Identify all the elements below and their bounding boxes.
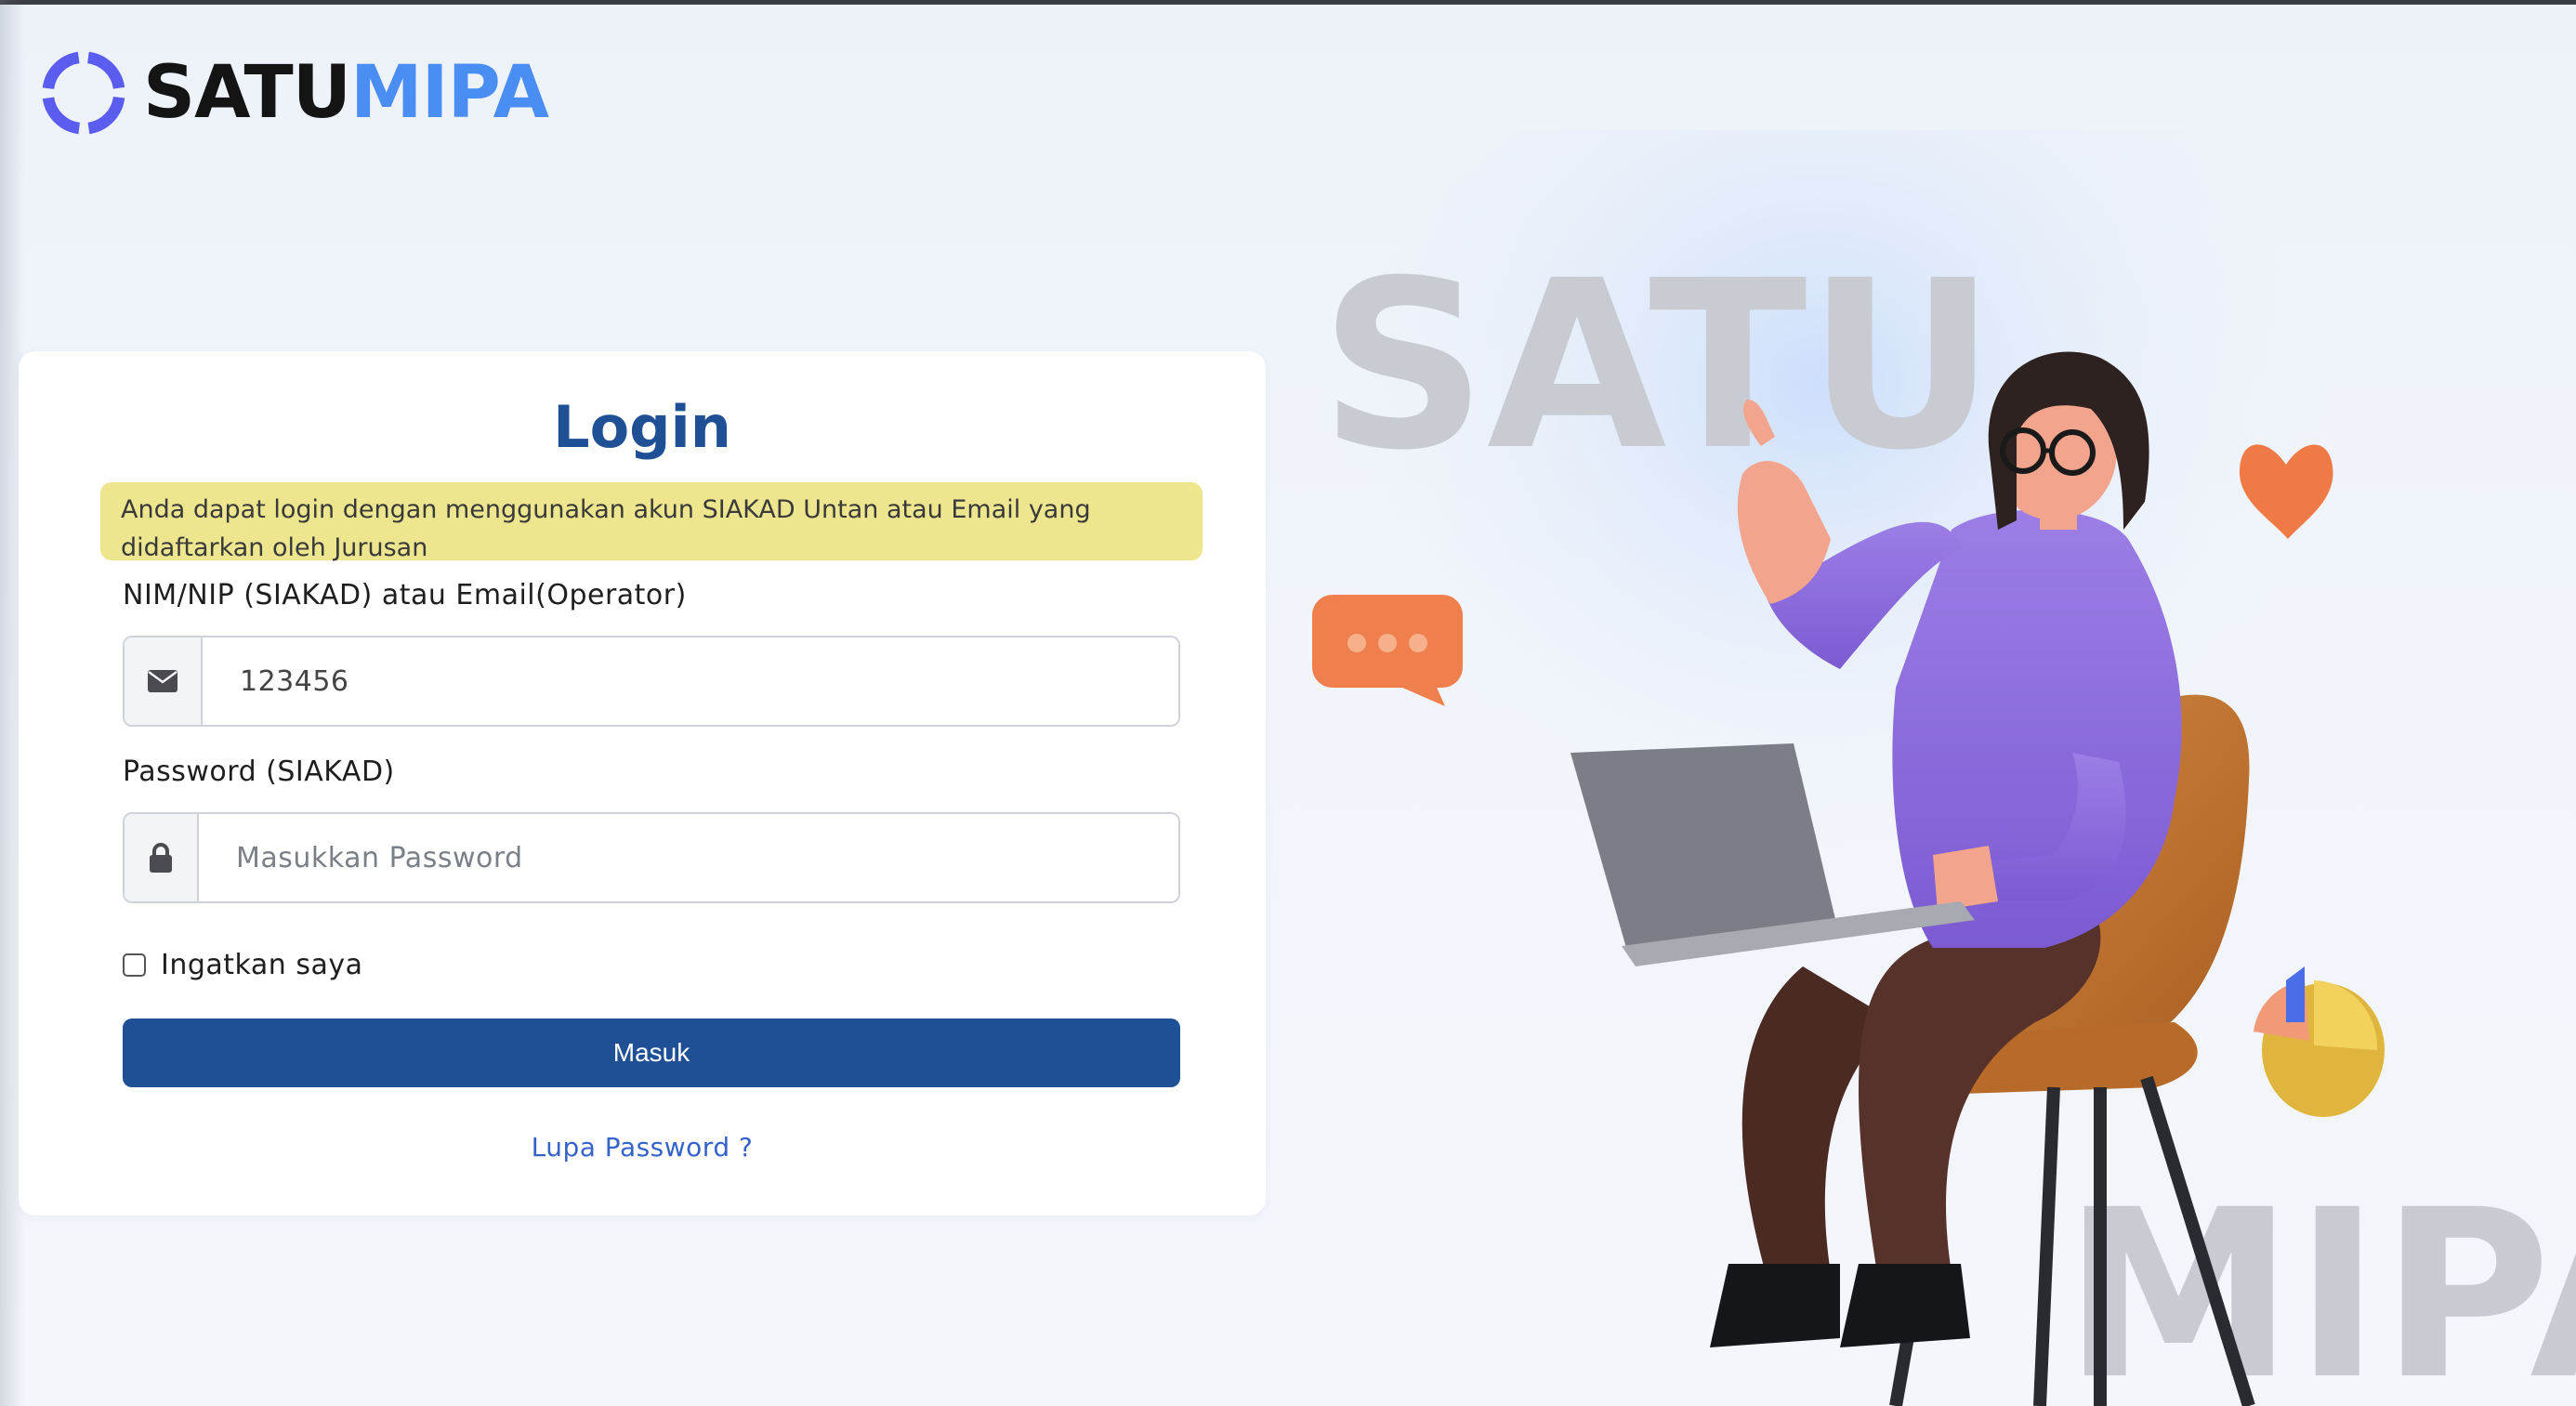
username-label: NIM/NIP (SIAKAD) atau Email(Operator) [123, 579, 687, 611]
login-card: Login Anda dapat login dengan menggunaka… [19, 351, 1266, 1215]
login-notice: Anda dapat login dengan menggunakan akun… [100, 482, 1203, 562]
password-label: Password (SIAKAD) [123, 756, 395, 788]
login-title: Login [553, 393, 731, 461]
password-input[interactable] [199, 814, 1178, 901]
hero-illustration: SATU MIPA [1301, 130, 2576, 1406]
remember-checkbox[interactable] [123, 953, 146, 977]
brand-logo-link[interactable]: SATUMIPA [39, 46, 549, 139]
brand-name-part2: MIPA [350, 51, 549, 135]
login-notice-line1: Anda dapat login dengan menggunakan akun… [121, 495, 1091, 524]
logo-ring-icon [42, 51, 125, 135]
envelope-icon [125, 637, 203, 725]
forgot-password-link[interactable]: Lupa Password ? [19, 1132, 1266, 1163]
login-notice-line2: didaftarkan oleh Jurusan [121, 533, 428, 562]
watermark-bottom: MIPA [2063, 1160, 2576, 1406]
pie-chart-icon [2254, 966, 2385, 1117]
username-input[interactable] [203, 637, 1178, 725]
submit-button[interactable]: Masuk [123, 1018, 1180, 1087]
person-head [1988, 351, 2149, 530]
password-input-group [123, 812, 1180, 903]
window-top-edge [0, 0, 2576, 5]
watermark-top: SATU [1320, 230, 1996, 501]
remember-me[interactable]: Ingatkan saya [123, 949, 362, 981]
username-input-group [123, 636, 1180, 727]
brand-name-part1: SATU [143, 51, 351, 135]
lock-icon [125, 814, 199, 901]
remember-label: Ingatkan saya [161, 949, 363, 981]
brand-name: SATUMIPA [143, 57, 549, 129]
